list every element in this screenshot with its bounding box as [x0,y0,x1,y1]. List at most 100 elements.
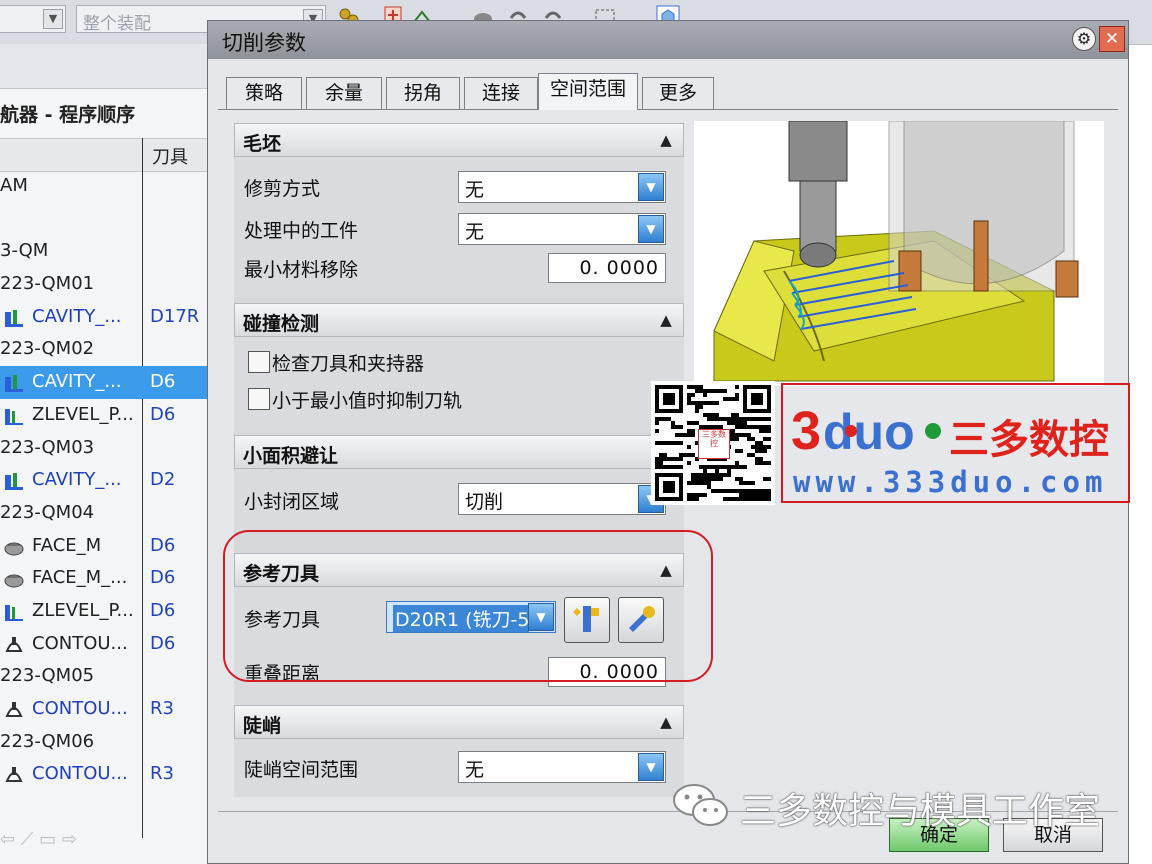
svg-text:3: 3 [791,403,821,457]
row-tool: D6 [150,403,176,425]
edit-tool-button[interactable] [618,597,664,643]
suppress-toolpath-checkbox[interactable] [248,388,270,410]
trim-dropdown[interactable]: 无 ▼ [458,171,666,203]
suppress-toolpath-label: 小于最小值时抑制刀轨 [272,390,463,412]
row-name: AM [0,175,28,196]
program-group-row[interactable]: 3-QM [0,235,207,268]
section-steep-body: 陡峭空间范围 无 ▼ [234,739,684,797]
program-group-row[interactable]: 223-QM05 [0,660,207,693]
operation-row[interactable]: CONTOU... D6 [0,628,207,661]
program-group-row[interactable]: 223-QM06 [0,726,207,759]
chevron-down-icon: ▼ [43,9,63,29]
create-tool-button[interactable] [564,597,610,643]
gear-icon[interactable]: ⚙ [1072,27,1096,51]
row-name: FACE_M_... [32,567,128,589]
tool-column-header[interactable]: 刀具 [152,143,188,169]
face-mill-icon [3,536,25,556]
program-group-row[interactable]: 223-QM04 [0,497,207,530]
row-tool: D2 [150,469,176,491]
check-holder-checkbox[interactable] [248,351,270,373]
qr-center-logo: 三多数控 [698,429,730,459]
row-name: CONTOU... [32,632,128,654]
overlap-value: 0. 0000 [579,661,659,683]
operation-list: AM 3-QM 223-QM01 CAVITY_... D17R 223-QM02 CAVI… [0,170,207,791]
operation-row[interactable]: ZLEVEL_P... D6 [0,399,207,432]
chevron-down-icon: ▼ [528,603,554,631]
min-removal-label: 最小材料移除 [244,259,359,281]
contour-icon [3,634,25,654]
overlap-input[interactable]: 0. 0000 [548,657,666,687]
qr-code-image: 三多数控 [651,381,775,505]
section-steep-header[interactable]: 陡峭 ▲ [234,705,684,739]
program-group-row[interactable]: AM [0,170,207,203]
steep-range-dropdown[interactable]: 无 ▼ [458,751,666,783]
program-group-row[interactable] [0,203,207,236]
section-title: 碰撞检测 [243,313,320,335]
brand-url: www.333duo.com [793,465,1108,499]
row-tool: D6 [150,567,176,589]
row-tool: R3 [150,698,174,719]
program-group-row[interactable]: 223-QM01 [0,268,207,301]
operation-row[interactable]: FACE_M D6 [0,530,207,563]
section-collision-header[interactable]: 碰撞检测 ▲ [234,303,684,337]
overlap-label: 重叠距离 [244,663,321,685]
tab-containment[interactable]: 空间范围 [538,73,638,110]
row-tool: D17R [150,305,200,327]
steep-range-value: 无 [465,759,485,781]
navigator-footer-icons: ⇦ ⟋ ▭ ⇨ [0,829,77,850]
tab-corners[interactable]: 拐角 [386,77,460,109]
cavity-mill-icon [3,372,25,393]
brand-name: 三多数控 [949,417,1109,463]
ipw-label: 处理中的工件 [244,220,359,242]
min-removal-input[interactable]: 0. 0000 [548,253,666,283]
face-mill-icon [3,568,25,588]
brand-watermark: 3 duo 三多数控 www.333duo.com [781,383,1130,503]
ipw-dropdown[interactable]: 无 ▼ [458,213,666,245]
tab-stock[interactable]: 余量 [306,77,382,109]
zlevel-icon [3,601,25,621]
tab-more[interactable]: 更多 [642,77,714,109]
section-blank-header[interactable]: 毛坯 ▲ [234,123,684,157]
ref-tool-dropdown[interactable]: D20R1 (铣刀-5 ▼ [386,601,556,633]
dialog-title-bar[interactable]: 切削参数 ⚙ ✕ [208,21,1128,59]
operation-row[interactable]: ZLEVEL_P... D6 [0,595,207,628]
steep-range-label: 陡峭空间范围 [244,759,359,781]
machining-preview-graphic [713,121,1079,382]
zlevel-icon [3,405,25,425]
operation-row[interactable]: CAVITY_... D2 [0,464,207,497]
section-ref-tool-header[interactable]: 参考刀具 ▲ [234,553,684,587]
min-removal-value: 0. 0000 [579,257,659,279]
closed-region-dropdown[interactable]: 切削 ▼ [458,483,666,515]
row-tool: D6 [150,534,176,556]
navigator-title: 航器 - 程序顺序 [0,104,136,126]
section-ref-tool-body: 参考刀具 D20R1 (铣刀-5 ▼ 重叠距离 0. 0000 [234,587,684,707]
wrench-icon [629,606,655,632]
program-group-row[interactable]: 223-QM02 [0,333,207,366]
contour-icon [3,764,25,784]
program-group-row[interactable]: 223-QM03 [0,432,207,465]
parameter-preview-image [694,121,1104,386]
section-small-area-header[interactable]: 小面积避让 ▲ [234,435,684,469]
operation-row[interactable]: CAVITY_... D6 [0,366,207,399]
selection-filter-dropdown[interactable]: ▼ [0,5,66,33]
operation-row[interactable]: FACE_M_... D6 [0,562,207,595]
chevron-up-icon[interactable]: ▲ [655,128,677,152]
operation-row[interactable]: CONTOU... R3 [0,758,207,791]
dialog-title: 切削参数 [222,31,306,55]
row-name: 223-QM01 [0,273,95,295]
operation-row[interactable]: CAVITY_... D17R [0,301,207,334]
tab-connections[interactable]: 连接 [464,77,538,109]
row-name: CONTOU... [32,763,128,785]
close-icon[interactable]: ✕ [1099,26,1125,52]
section-blank-body: 修剪方式 无 ▼ 处理中的工件 无 ▼ 最小材料移除 0. 0000 [234,157,684,297]
row-name: 223-QM04 [0,501,95,523]
chevron-up-icon[interactable]: ▲ [655,710,677,734]
operation-row[interactable]: CONTOU... R3 [0,693,207,726]
check-holder-label: 检查刀具和夹持器 [272,353,425,375]
chevron-up-icon[interactable]: ▲ [655,558,677,582]
chevron-up-icon[interactable]: ▲ [655,308,677,332]
section-title: 陡峭 [243,715,282,737]
tab-strategy[interactable]: 策略 [226,77,302,109]
section-title: 毛坯 [243,133,282,155]
trim-label: 修剪方式 [244,178,321,200]
